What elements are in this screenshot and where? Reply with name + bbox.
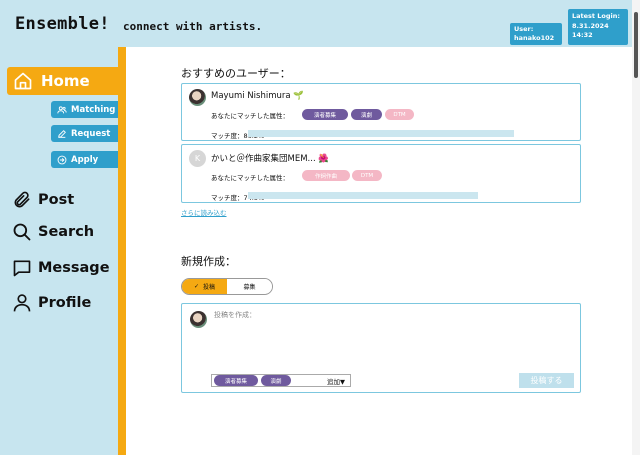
- scrollbar-thumb[interactable]: [634, 12, 638, 78]
- paperclip-icon: [14, 191, 30, 208]
- nav-profile-label: Profile: [38, 295, 92, 311]
- nav-message-label: Message: [38, 260, 110, 276]
- match-attributes-label: あなたにマッチした属性：: [211, 112, 289, 120]
- user-label: User:: [514, 25, 534, 33]
- add-tag-dropdown[interactable]: 追加▼: [327, 376, 345, 386]
- match-attributes-label: あなたにマッチした属性：: [211, 174, 289, 182]
- subnav-request-label: Request: [71, 128, 111, 139]
- username: hanako102: [514, 34, 555, 42]
- user-card[interactable]: Mayumi Nishimura 🌱 あなたにマッチした属性： 演者募集 演劇 …: [181, 83, 581, 141]
- recommended-title: おすすめのユーザー：: [181, 67, 291, 80]
- match-score-bar: [248, 130, 514, 137]
- nav-post[interactable]: Post: [12, 189, 74, 211]
- home-icon: [14, 72, 32, 90]
- sidebar-divider: [118, 47, 126, 455]
- pencil-icon: [58, 129, 66, 138]
- login-date: 8.31.2024: [572, 21, 609, 30]
- nav-message[interactable]: Message: [12, 257, 110, 279]
- login-time: 14:32: [572, 31, 593, 39]
- avatar[interactable]: K: [189, 150, 206, 167]
- user-card[interactable]: K かいと＠作曲家集団MEM... 🌺 あなたにマッチした属性： 作詞作曲 DT…: [181, 144, 581, 203]
- avatar[interactable]: [189, 89, 206, 106]
- subnav-apply-label: Apply: [71, 154, 99, 165]
- user-name[interactable]: かいと＠作曲家集団MEM... 🌺: [211, 152, 329, 164]
- subnav-request[interactable]: Request: [51, 125, 118, 142]
- create-title: 新規作成：: [181, 255, 236, 268]
- nav-post-label: Post: [38, 192, 75, 208]
- selected-tag[interactable]: 演劇: [261, 375, 291, 386]
- toggle-recruit-label: 募集: [243, 284, 256, 291]
- match-score-bar: [248, 192, 478, 199]
- attribute-tag[interactable]: 演劇: [351, 109, 382, 120]
- app-title[interactable]: Ensemble!: [15, 14, 110, 34]
- users-icon: [57, 105, 67, 113]
- message-icon: [13, 260, 31, 277]
- subnav-matching-label: Matching: [71, 104, 116, 115]
- nav-search-label: Search: [38, 224, 95, 240]
- arrow-circle-icon: [57, 155, 67, 164]
- nav-home-label: Home: [41, 72, 90, 90]
- app-tagline: connect with artists.: [123, 20, 263, 33]
- attribute-tag[interactable]: DTM: [352, 170, 382, 181]
- attribute-tag[interactable]: DTM: [385, 109, 414, 120]
- tag-selector[interactable]: 演者募集 演劇 追加▼: [211, 374, 351, 387]
- nav-profile[interactable]: Profile: [12, 292, 91, 314]
- toggle-post-label: 投稿: [203, 284, 216, 291]
- post-composer: 演者募集 演劇 追加▼ 投稿する: [181, 303, 581, 393]
- user-icon: [13, 294, 31, 312]
- login-label: Latest Login:: [572, 12, 620, 20]
- nav-search[interactable]: Search: [12, 221, 94, 243]
- search-icon: [13, 223, 31, 241]
- app-header: Ensemble! connect with artists. User: ha…: [0, 0, 640, 47]
- toggle-recruit[interactable]: 募集: [227, 279, 272, 294]
- user-name[interactable]: Mayumi Nishimura 🌱: [211, 91, 304, 101]
- post-input[interactable]: [214, 308, 554, 322]
- selected-tag[interactable]: 演者募集: [214, 375, 258, 386]
- load-more-link[interactable]: さらに読み込む: [181, 207, 227, 217]
- attribute-tag[interactable]: 演者募集: [302, 109, 348, 120]
- user-info[interactable]: User: hanako102: [510, 23, 562, 45]
- subnav-matching[interactable]: Matching: [51, 101, 118, 118]
- check-icon: ✓: [193, 283, 199, 290]
- toggle-post[interactable]: ✓ 投稿: [182, 279, 227, 294]
- avatar: [190, 311, 207, 328]
- attribute-tag[interactable]: 作詞作曲: [302, 170, 350, 181]
- nav-home[interactable]: Home: [7, 67, 118, 95]
- post-type-toggle[interactable]: ✓ 投稿 募集: [181, 278, 273, 295]
- latest-login-info: Latest Login: 8.31.2024 14:32: [568, 9, 628, 45]
- subnav-apply[interactable]: Apply: [51, 151, 118, 168]
- submit-post-button[interactable]: 投稿する: [519, 373, 574, 388]
